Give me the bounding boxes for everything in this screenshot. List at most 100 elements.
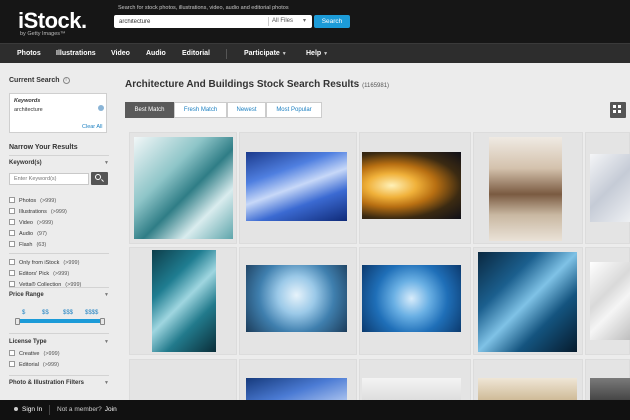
filter-editorial[interactable]: Editorial (>999) bbox=[9, 361, 59, 369]
filter-video[interactable]: Video (>999) bbox=[9, 219, 53, 227]
divider bbox=[9, 333, 109, 334]
license-type-heading: License Type bbox=[9, 339, 47, 345]
chevron-down-icon[interactable]: ▼ bbox=[104, 292, 109, 298]
checkbox[interactable] bbox=[9, 208, 15, 214]
grid-view-icon bbox=[613, 110, 616, 113]
filter-label: Video bbox=[19, 220, 33, 226]
result-thumbnail[interactable] bbox=[478, 252, 577, 352]
filter-photos[interactable]: Photos (>999) bbox=[9, 197, 56, 205]
nav-audio[interactable]: Audio bbox=[146, 50, 166, 57]
tab-newest[interactable]: Newest bbox=[227, 102, 266, 118]
result-tile[interactable] bbox=[129, 132, 237, 244]
tab-fresh-match[interactable]: Fresh Match bbox=[174, 102, 227, 118]
filter-label: Photos bbox=[19, 198, 37, 204]
keyword-search-button[interactable] bbox=[91, 172, 108, 185]
keyword-input[interactable] bbox=[9, 173, 89, 185]
filter-label: Flash bbox=[19, 242, 33, 248]
filter-label: Editors' Pick bbox=[19, 271, 50, 277]
checkbox[interactable] bbox=[9, 197, 15, 203]
photo-filters-heading: Photo & Illustration Filters bbox=[9, 380, 85, 386]
grid-view-button[interactable] bbox=[610, 102, 626, 118]
clear-all-link[interactable]: Clear All bbox=[82, 124, 102, 130]
result-tile[interactable] bbox=[473, 359, 583, 405]
result-thumbnail[interactable] bbox=[246, 265, 347, 332]
nav-participate[interactable]: Participate ▼ bbox=[244, 50, 287, 57]
result-tile[interactable] bbox=[129, 359, 237, 404]
result-tile[interactable] bbox=[473, 132, 583, 244]
filter-count: (>999) bbox=[50, 209, 67, 215]
price-slider-max-handle[interactable] bbox=[100, 318, 105, 325]
result-tile[interactable] bbox=[239, 359, 357, 405]
info-icon[interactable]: i bbox=[62, 77, 70, 84]
checkbox[interactable] bbox=[9, 219, 15, 225]
checkbox[interactable] bbox=[9, 350, 15, 356]
top-bar: iStock. by Getty Images™ Search for stoc… bbox=[0, 0, 630, 43]
price-slider-min-handle[interactable] bbox=[15, 318, 20, 325]
sign-in-label: Sign In bbox=[22, 406, 43, 413]
search-box: All Files ▾ bbox=[114, 15, 312, 28]
filter-illustrations[interactable]: Illustrations (>999) bbox=[9, 208, 67, 216]
filter-editors-pick[interactable]: Editors' Pick (>999) bbox=[9, 270, 69, 278]
checkbox[interactable] bbox=[9, 259, 15, 265]
filter-only-istock[interactable]: Only from iStock (>999) bbox=[9, 259, 79, 267]
sign-in-link[interactable]: Sign In bbox=[14, 406, 42, 413]
result-tile[interactable] bbox=[359, 247, 471, 355]
result-thumbnail[interactable] bbox=[246, 152, 347, 221]
result-tile[interactable] bbox=[129, 247, 237, 355]
price-tick: $$ bbox=[42, 310, 49, 316]
result-tile[interactable] bbox=[359, 359, 471, 405]
result-tile[interactable] bbox=[473, 247, 583, 355]
result-thumbnail[interactable] bbox=[152, 250, 216, 352]
result-thumbnail[interactable] bbox=[590, 262, 630, 340]
filter-label: Creative bbox=[19, 351, 40, 357]
filter-label: Only from iStock bbox=[19, 260, 60, 266]
nav-editorial[interactable]: Editorial bbox=[182, 50, 210, 57]
result-tile[interactable] bbox=[585, 359, 630, 405]
chevron-down-icon[interactable]: ▼ bbox=[104, 339, 109, 345]
remove-keyword-icon[interactable] bbox=[98, 105, 104, 111]
search-divider bbox=[268, 17, 269, 26]
file-type-select[interactable]: All Files bbox=[272, 18, 293, 24]
tab-best-match[interactable]: Best Match bbox=[125, 102, 174, 118]
chevron-down-icon[interactable]: ▾ bbox=[303, 17, 306, 24]
filter-creative[interactable]: Creative (>999) bbox=[9, 350, 60, 358]
nav-divider bbox=[226, 49, 227, 59]
checkbox[interactable] bbox=[9, 230, 15, 236]
price-slider-track[interactable] bbox=[18, 319, 102, 323]
filter-audio[interactable]: Audio (97) bbox=[9, 230, 47, 238]
checkbox[interactable] bbox=[9, 361, 15, 367]
results-title: Architecture And Buildings Stock Search … bbox=[125, 79, 360, 90]
result-thumbnail[interactable] bbox=[134, 137, 233, 239]
result-thumbnail[interactable] bbox=[362, 152, 461, 219]
chevron-down-icon[interactable]: ▼ bbox=[104, 380, 109, 386]
signin-bar: Sign In Not a member? Join bbox=[0, 400, 630, 420]
result-tile[interactable] bbox=[359, 132, 471, 244]
main-nav: Photos Illustrations Video Audio Editori… bbox=[0, 43, 630, 63]
filter-label: Illustrations bbox=[19, 209, 47, 215]
nav-illustrations[interactable]: Illustrations bbox=[56, 50, 96, 57]
join-link[interactable]: Join bbox=[105, 406, 117, 413]
nav-video[interactable]: Video bbox=[111, 50, 130, 57]
price-tick: $$$ bbox=[63, 310, 74, 316]
checkbox[interactable] bbox=[9, 270, 15, 276]
price-tick: $ bbox=[22, 310, 26, 316]
logo-tagline: by Getty Images™ bbox=[20, 31, 66, 37]
search-input[interactable] bbox=[114, 15, 268, 28]
result-tile[interactable] bbox=[585, 132, 630, 244]
result-thumbnail[interactable] bbox=[362, 265, 461, 332]
user-icon bbox=[14, 407, 18, 411]
search-button[interactable]: Search bbox=[314, 15, 350, 28]
result-tile[interactable] bbox=[239, 132, 357, 244]
checkbox[interactable] bbox=[9, 241, 15, 247]
tab-most-popular[interactable]: Most Popular bbox=[266, 102, 322, 118]
chevron-down-icon[interactable]: ▼ bbox=[104, 160, 109, 166]
nav-help[interactable]: Help ▼ bbox=[306, 50, 328, 57]
filter-flash[interactable]: Flash (63) bbox=[9, 241, 46, 249]
result-tile[interactable] bbox=[239, 247, 357, 355]
nav-photos[interactable]: Photos bbox=[17, 50, 41, 57]
not-member-label: Not a member? bbox=[57, 406, 102, 413]
result-count: (1165981) bbox=[362, 83, 390, 89]
result-thumbnail[interactable] bbox=[489, 137, 562, 241]
result-thumbnail[interactable] bbox=[590, 154, 630, 222]
result-tile[interactable] bbox=[585, 247, 630, 355]
